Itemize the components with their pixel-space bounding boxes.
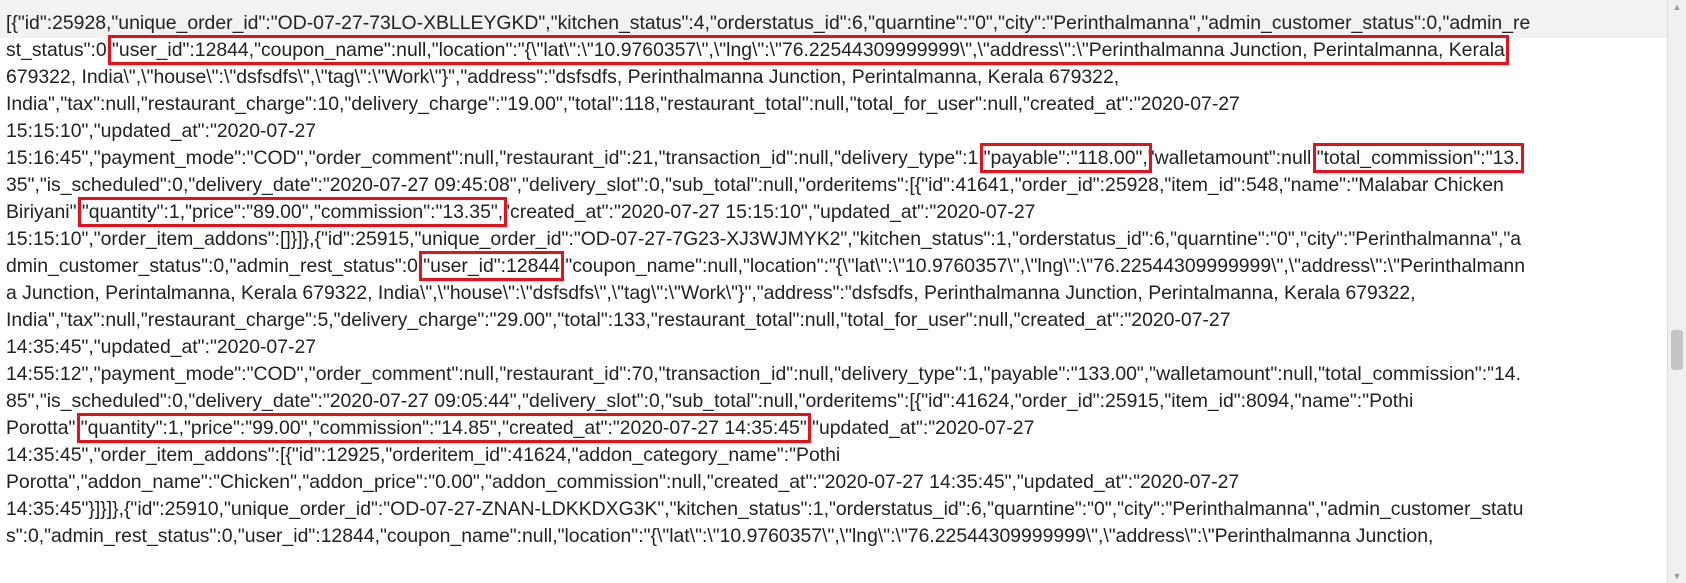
json-line: 15:15:10","updated_at":"2020-07-27 xyxy=(6,119,316,143)
highlight-user-id-location: "user_id":12844,"coupon_name":null,"loca… xyxy=(108,35,1509,65)
highlight-quantity-price-commission: "quantity":1,"price":"89.00","commission… xyxy=(77,197,508,227)
json-line: India","tax":null,"restaurant_charge":5,… xyxy=(6,308,1231,332)
json-text: 679322, India\",\"house\":\"dsfsdfs\",\"… xyxy=(6,66,1120,88)
json-text: ,"coupon_name":null,"location":"{\"lat\"… xyxy=(559,255,1525,277)
json-text: 85","is_scheduled":0,"delivery_date":"20… xyxy=(6,390,1414,412)
json-line: 14:35:45","order_item_addons":[{"id":129… xyxy=(6,443,840,467)
json-text: ,"updated_at":"2020-07-27 xyxy=(806,417,1035,439)
json-line: Biriyani","quantity":1,"price":"89.00","… xyxy=(6,197,1036,227)
json-text: st_status":0, xyxy=(6,39,113,61)
json-response-viewer: [{"id":25928,"unique_order_id":"OD-07-27… xyxy=(0,0,1668,583)
json-text: 35","is_scheduled":0,"delivery_date":"20… xyxy=(6,174,1504,196)
highlight-user-id: "user_id":12844 xyxy=(419,251,564,281)
json-text: 14:55:12","payment_mode":"COD","order_co… xyxy=(6,363,1521,385)
json-text: Porotta", xyxy=(6,417,81,439)
json-line: 15:15:10","order_item_addons":[]}]},{"id… xyxy=(6,227,1521,251)
json-line: Porotta","quantity":1,"price":"99.00","c… xyxy=(6,413,1035,443)
json-text: India","tax":null,"restaurant_charge":5,… xyxy=(6,309,1231,331)
json-line: s":0,"admin_rest_status":0,"user_id":128… xyxy=(6,524,1433,548)
json-line: 85","is_scheduled":0,"delivery_date":"20… xyxy=(6,389,1413,413)
json-text: 14:35:45","order_item_addons":[{"id":129… xyxy=(6,444,841,466)
json-line: 679322, India\",\"house\":\"dsfsdfs\",\"… xyxy=(6,65,1119,89)
json-line: a Junction, Perintalmanna, Kerala 679322… xyxy=(6,281,1416,305)
json-text: 15:15:10","order_item_addons":[]}]},{"id… xyxy=(6,228,1521,250)
json-line: [{"id":25928,"unique_order_id":"OD-07-27… xyxy=(6,11,1530,35)
json-line: 14:35:45"}]}]},{"id":25910,"unique_order… xyxy=(6,497,1523,521)
json-text: 15:15:10","updated_at":"2020-07-27 xyxy=(6,120,317,142)
json-text: a Junction, Perintalmanna, Kerala 679322… xyxy=(6,282,1416,304)
json-line: 14:55:12","payment_mode":"COD","order_co… xyxy=(6,362,1521,386)
json-text: 14:35:45","updated_at":"2020-07-27 xyxy=(6,336,317,358)
json-line: 15:16:45","payment_mode":"COD","order_co… xyxy=(6,143,1524,173)
json-text: s":0,"admin_rest_status":0,"user_id":128… xyxy=(6,525,1434,547)
json-text: 15:16:45","payment_mode":"COD","order_co… xyxy=(6,147,984,169)
json-text: dmin_customer_status":0,"admin_rest_stat… xyxy=(6,255,424,277)
json-text: 14:35:45"}]}]},{"id":25910,"unique_order… xyxy=(6,498,1524,520)
json-text: "walletamount":null, xyxy=(1147,147,1317,169)
json-line: dmin_customer_status":0,"admin_rest_stat… xyxy=(6,251,1525,281)
highlight-total-commission: "total_commission":"13. xyxy=(1312,143,1524,173)
json-line: 35","is_scheduled":0,"delivery_date":"20… xyxy=(6,173,1504,197)
json-text: India","tax":null,"restaurant_charge":10… xyxy=(6,93,1240,115)
json-text: Porotta","addon_name":"Chicken","addon_p… xyxy=(6,471,1240,493)
json-text: Biriyani", xyxy=(6,201,82,223)
scrollbar-thumb[interactable] xyxy=(1671,330,1683,370)
json-line: st_status":0,"user_id":12844,"coupon_nam… xyxy=(6,35,1509,65)
highlight-payable: "payable":"118.00", xyxy=(979,143,1152,173)
json-line: Porotta","addon_name":"Chicken","addon_p… xyxy=(6,470,1239,494)
json-text: [{"id":25928,"unique_order_id":"OD-07-27… xyxy=(6,12,1531,34)
json-line: India","tax":null,"restaurant_charge":10… xyxy=(6,92,1240,116)
scroll-up-icon[interactable]: ▲ xyxy=(1668,0,1686,14)
highlight-quantity-price-commission-created: "quantity":1,"price":"99.00","commission… xyxy=(76,413,811,443)
vertical-scrollbar[interactable]: ▲ ▼ xyxy=(1667,0,1686,583)
json-line: 14:35:45","updated_at":"2020-07-27 xyxy=(6,335,316,359)
scroll-down-icon[interactable]: ▼ xyxy=(1668,569,1686,583)
json-text: "created_at":"2020-07-27 15:15:10","upda… xyxy=(503,201,1036,223)
